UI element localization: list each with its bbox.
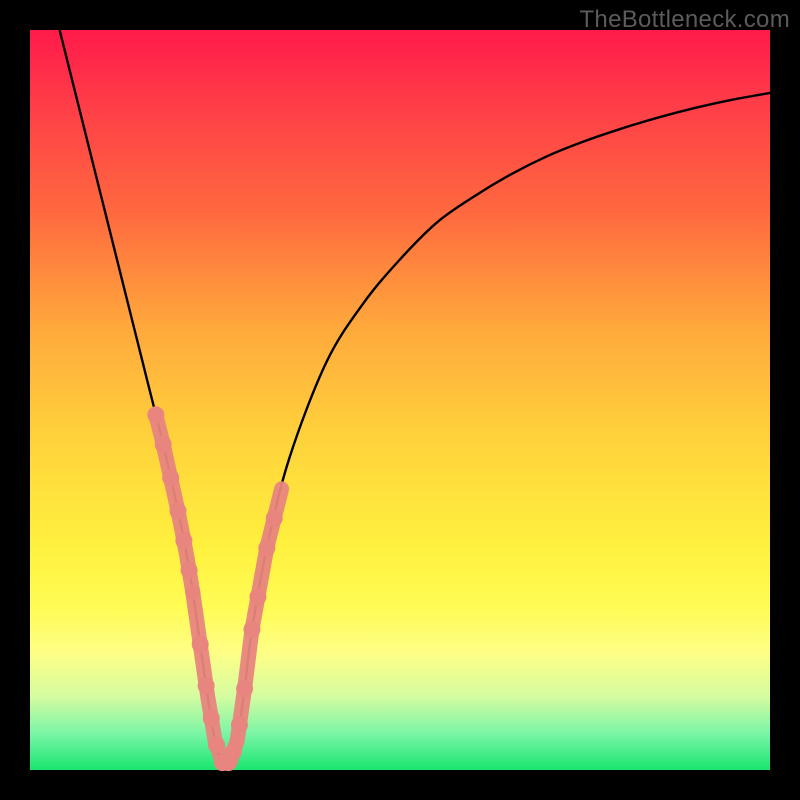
marker-dot xyxy=(192,636,209,653)
marker-dot xyxy=(266,510,283,527)
watermark-text: TheBottleneck.com xyxy=(579,6,790,34)
marker-dot xyxy=(198,677,215,694)
marker-dot xyxy=(203,710,220,727)
marker-dot xyxy=(147,406,164,423)
marker-dot xyxy=(170,503,187,520)
marker-dot xyxy=(225,743,242,760)
marker-dot xyxy=(236,680,253,697)
marker-dot xyxy=(258,540,275,557)
highlight-markers xyxy=(147,406,282,771)
chart-frame: TheBottleneck.com xyxy=(0,0,800,800)
marker-dot xyxy=(249,588,266,605)
bottleneck-curve xyxy=(60,30,770,765)
curve-layer xyxy=(30,30,770,770)
marker-dot xyxy=(208,736,225,753)
plot-area xyxy=(30,30,770,770)
marker-dot xyxy=(175,532,192,549)
marker-dot xyxy=(244,621,261,638)
marker-dot xyxy=(231,716,248,733)
marker-dot xyxy=(162,469,179,486)
marker-dot xyxy=(181,562,198,579)
marker-dot xyxy=(155,436,172,453)
